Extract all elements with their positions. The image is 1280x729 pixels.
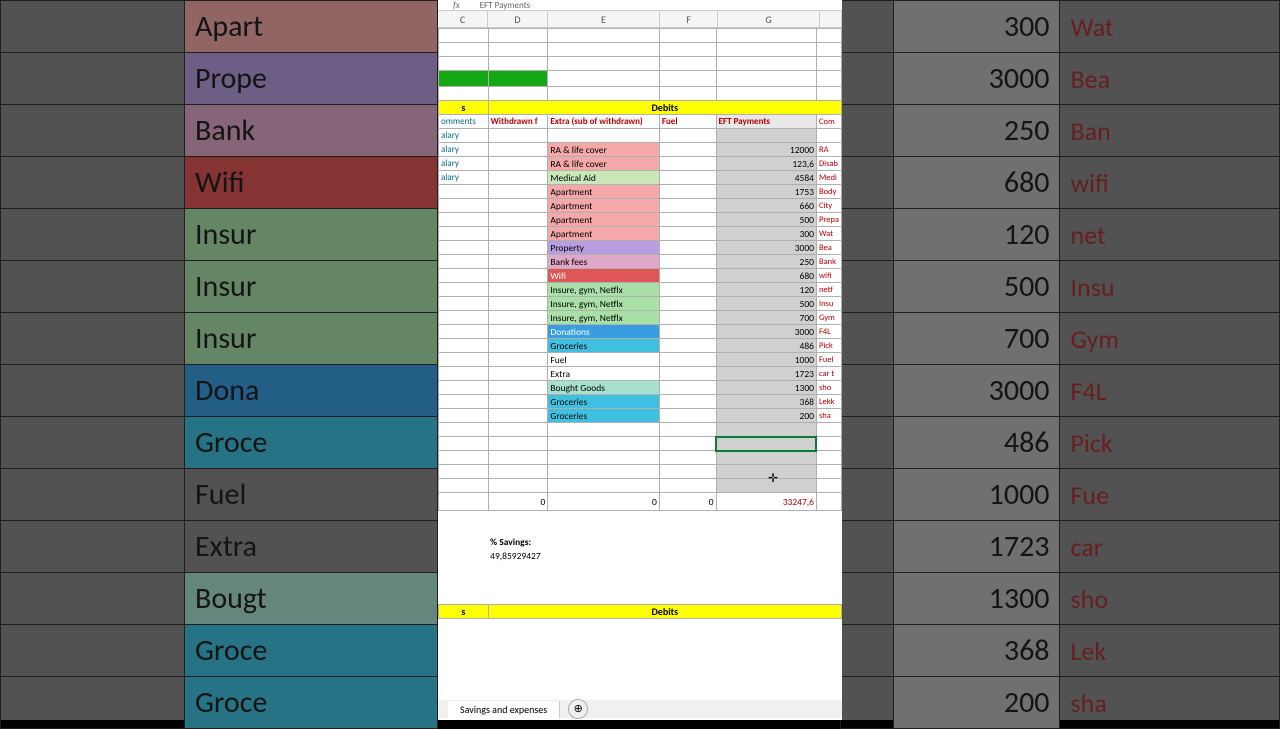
cat-cell[interactable]: Apartment [548,213,659,227]
add-sheet-button[interactable]: ⊕ [568,699,588,719]
formula-bar[interactable]: fx EFT Payments [438,0,842,11]
bg-left-panel: ApartPropeBankWifiInsurInsurInsurDonaGro… [0,0,438,720]
debits-header[interactable]: Debits [488,101,841,115]
hdr-comments[interactable]: omments [439,115,489,129]
hdr-extra[interactable]: Extra (sub of withdrawn) [548,115,659,129]
total-D[interactable]: 0 [488,493,548,511]
header-left[interactable]: s [439,101,489,115]
cat-cell[interactable]: Groceries [548,339,659,353]
cursor-icon: ✛ [768,471,778,486]
val-cell[interactable]: 500 [716,213,816,227]
col-header-D[interactable]: D [488,11,548,28]
cat-cell[interactable]: Property [548,241,659,255]
hdr-withdrawn[interactable]: Withdrawn f [488,115,548,129]
hdr-fuel[interactable]: Fuel [659,115,716,129]
cat-cell[interactable]: Medical Aid [548,171,659,185]
cat-cell[interactable]: RA & life cover [548,157,659,171]
spreadsheet-grid[interactable]: sDebitsommentsWithdrawn fExtra (sub of w… [438,28,842,625]
savings-label[interactable]: % Savings: [488,535,659,549]
val-cell[interactable]: 680 [716,269,816,283]
sheet-tab-active[interactable]: Savings and expenses [448,701,560,718]
hdr-eft[interactable]: EFT Payments [716,115,816,129]
col-header-F[interactable]: F [660,11,718,28]
cat-cell[interactable]: Donations [548,325,659,339]
col-header-G[interactable]: G [718,11,820,28]
formula-value[interactable]: EFT Payments [480,0,530,11]
val-cell[interactable]: 3000 [716,325,816,339]
val-cell[interactable]: 12000 [716,143,816,157]
col-header-E[interactable]: E [548,11,660,28]
hdr-com[interactable]: Com [816,115,841,129]
cat-cell[interactable]: Groceries [548,409,659,423]
total-F[interactable]: 0 [659,493,716,511]
cat-cell[interactable]: Apartment [548,227,659,241]
val-cell[interactable]: 200 [716,409,816,423]
val-cell[interactable]: 250 [716,255,816,269]
cat-cell[interactable]: Apartment [548,185,659,199]
cat-cell[interactable]: RA & life cover [548,143,659,157]
val-cell[interactable]: 500 [716,297,816,311]
total-G[interactable]: 33247,6 [716,493,816,511]
column-headers-row: C D E F G [438,11,842,28]
val-cell[interactable]: 660 [716,199,816,213]
col-header-C[interactable]: C [438,11,488,28]
cat-cell[interactable]: Insure, gym, Netflx [548,283,659,297]
cat-cell[interactable]: Insure, gym, Netflx [548,297,659,311]
val-cell[interactable]: 486 [716,339,816,353]
cat-cell[interactable]: Wifi [548,269,659,283]
spreadsheet-viewport: fx EFT Payments C D E F G sDebitsomments… [438,0,842,720]
cat-cell[interactable]: Bought Goods [548,381,659,395]
val-cell[interactable]: 1300 [716,381,816,395]
col-header-H[interactable] [820,11,842,28]
cat-cell[interactable]: Extra [548,367,659,381]
selected-cell[interactable] [716,437,816,451]
sheet-tab-bar: Savings and expenses ⊕ [438,700,842,718]
val-cell[interactable]: 3000 [716,241,816,255]
total-E[interactable]: 0 [548,493,659,511]
cat-cell[interactable]: Fuel [548,353,659,367]
val-cell[interactable]: 123,6 [716,157,816,171]
debits-header-bottom[interactable]: Debits [488,605,841,619]
val-cell[interactable]: 120 [716,283,816,297]
cat-cell[interactable]: Groceries [548,395,659,409]
val-cell[interactable]: 1753 [716,185,816,199]
bg-right-panel: 300Wat3000Bea250Ban680wifi120net500Insu7… [840,0,1280,720]
val-cell[interactable]: 1000 [716,353,816,367]
cat-cell[interactable]: Apartment [548,199,659,213]
val-cell[interactable]: 368 [716,395,816,409]
cat-cell[interactable]: Insure, gym, Netflx [548,311,659,325]
savings-value[interactable]: 49,85929427 [488,549,659,563]
val-cell[interactable]: 700 [716,311,816,325]
val-cell[interactable]: 1723 [716,367,816,381]
fx-icon: fx [453,0,460,11]
val-cell[interactable]: 300 [716,227,816,241]
cat-cell[interactable]: Bank fees [548,255,659,269]
val-cell[interactable]: 4584 [716,171,816,185]
